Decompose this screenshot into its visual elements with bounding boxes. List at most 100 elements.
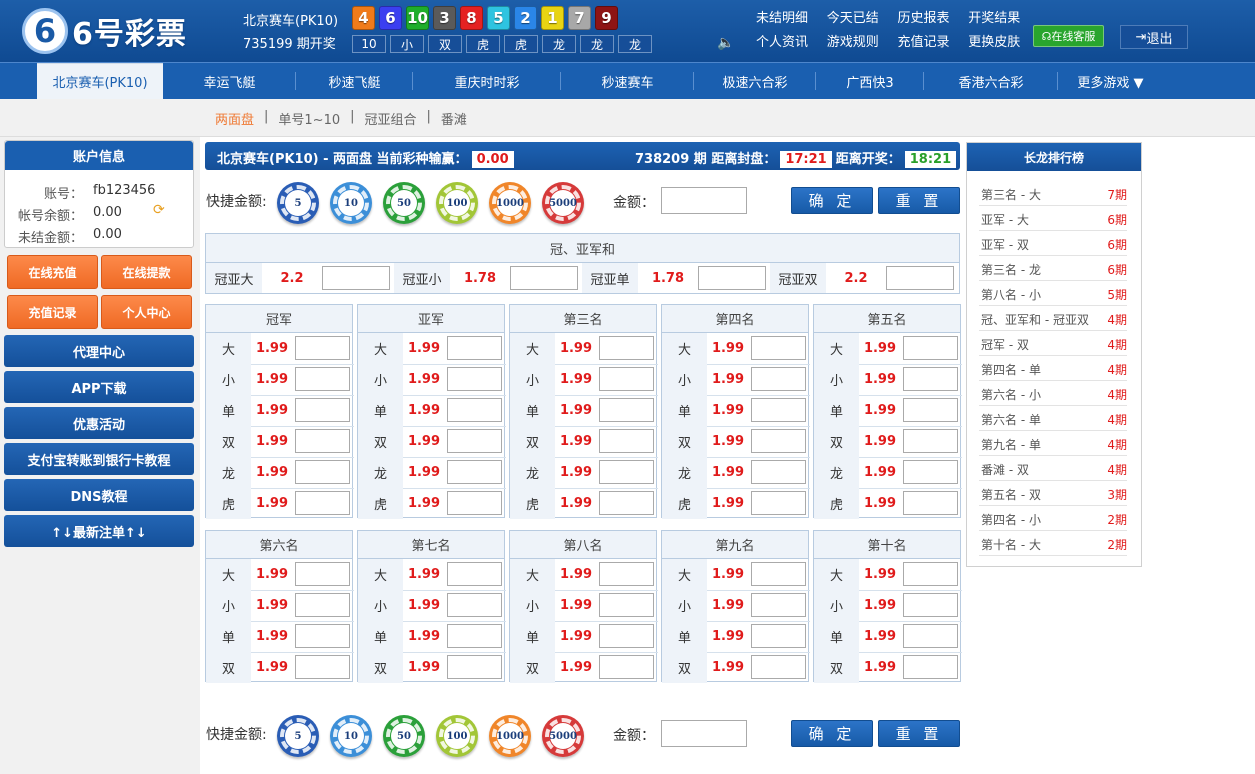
bet-amount-input[interactable] [599, 429, 654, 453]
top-link[interactable]: 更换皮肤 [968, 31, 1026, 50]
agent-center-button[interactable]: 代理中心 [4, 335, 194, 367]
bet-amount-input[interactable] [751, 491, 806, 515]
top-link[interactable]: 开奖结果 [968, 7, 1026, 26]
bet-amount-input[interactable] [447, 624, 502, 648]
nav-item[interactable]: 北京赛车(PK10) [37, 63, 163, 99]
promotions-button[interactable]: 优惠活动 [4, 407, 194, 439]
bet-amount-input[interactable] [295, 562, 350, 586]
speaker-icon[interactable]: 🔈 [717, 35, 734, 51]
bet-amount-input[interactable] [447, 562, 502, 586]
top-link[interactable]: 历史报表 [898, 7, 956, 26]
reset-button[interactable]: 重 置 [878, 720, 960, 747]
online-service-button[interactable]: ☊ 在线客服 [1033, 25, 1104, 47]
withdraw-button[interactable]: 在线提款 [101, 255, 192, 289]
subnav-item[interactable]: 冠亚组合 [365, 109, 417, 128]
logo[interactable]: 6 6号彩票 [22, 6, 187, 56]
alipay-tutorial-button[interactable]: 支付宝转账到银行卡教程 [4, 443, 194, 475]
bet-amount-input[interactable] [903, 367, 958, 391]
bet-amount-input[interactable] [751, 460, 806, 484]
bet-amount-input[interactable] [751, 562, 806, 586]
bet-amount-input[interactable] [903, 429, 958, 453]
bet-amount-input[interactable] [751, 593, 806, 617]
logout-button[interactable]: ⇥ 退出 [1120, 25, 1188, 49]
bet-amount-input[interactable] [599, 398, 654, 422]
bet-amount-input[interactable] [447, 655, 502, 679]
chip-5[interactable]: 5 [277, 182, 319, 224]
bet-amount-input[interactable] [903, 624, 958, 648]
bet-amount-input[interactable] [599, 367, 654, 391]
app-download-button[interactable]: APP下载 [4, 371, 194, 403]
confirm-button[interactable]: 确 定 [791, 720, 873, 747]
top-link[interactable]: 游戏规则 [827, 31, 885, 50]
nav-item[interactable]: 重庆时时彩 [413, 63, 561, 99]
bet-amount-input[interactable] [903, 491, 958, 515]
nav-item[interactable]: 秒速赛车 [561, 63, 694, 99]
bet-amount-input[interactable] [447, 367, 502, 391]
chip-50[interactable]: 50 [383, 715, 425, 757]
chip-5000[interactable]: 5000 [542, 715, 584, 757]
bet-amount-input[interactable] [751, 398, 806, 422]
gyh-bet-input[interactable] [886, 266, 954, 290]
deposit-history-button[interactable]: 充值记录 [7, 295, 98, 329]
bet-amount-input[interactable] [751, 655, 806, 679]
bet-amount-input[interactable] [295, 336, 350, 360]
bet-amount-input[interactable] [751, 367, 806, 391]
chip-50[interactable]: 50 [383, 182, 425, 224]
bet-amount-input[interactable] [447, 336, 502, 360]
amount-input[interactable] [661, 187, 747, 214]
nav-item[interactable]: 香港六合彩 [924, 63, 1058, 99]
nav-item[interactable]: 秒速飞艇 [296, 63, 413, 99]
subnav-item[interactable]: 单号1~10 [278, 109, 340, 128]
dns-tutorial-button[interactable]: DNS教程 [4, 479, 194, 511]
bet-amount-input[interactable] [599, 655, 654, 679]
nav-item[interactable]: 极速六合彩 [694, 63, 816, 99]
bet-amount-input[interactable] [295, 398, 350, 422]
nav-item[interactable]: 更多游戏 ▼ [1058, 63, 1163, 99]
bet-amount-input[interactable] [903, 562, 958, 586]
bet-amount-input[interactable] [751, 429, 806, 453]
gyh-bet-input[interactable] [322, 266, 390, 290]
chip-10[interactable]: 10 [330, 715, 372, 757]
chip-100[interactable]: 100 [436, 182, 478, 224]
confirm-button[interactable]: 确 定 [791, 187, 873, 214]
subnav-item[interactable]: 两面盘 [215, 109, 254, 128]
chip-5[interactable]: 5 [277, 715, 319, 757]
bet-amount-input[interactable] [447, 398, 502, 422]
nav-item[interactable]: 广西快3 [816, 63, 924, 99]
refresh-icon[interactable]: ⟳ [153, 202, 165, 218]
subnav-item[interactable]: 番滩 [441, 109, 467, 128]
bet-amount-input[interactable] [599, 491, 654, 515]
bet-amount-input[interactable] [599, 336, 654, 360]
nav-item[interactable]: 幸运飞艇 [163, 63, 296, 99]
bet-amount-input[interactable] [903, 398, 958, 422]
bet-amount-input[interactable] [447, 460, 502, 484]
top-link[interactable]: 未结明细 [756, 7, 814, 26]
bet-amount-input[interactable] [599, 460, 654, 484]
gyh-bet-input[interactable] [510, 266, 578, 290]
chip-100[interactable]: 100 [436, 715, 478, 757]
chip-5000[interactable]: 5000 [542, 182, 584, 224]
bet-amount-input[interactable] [295, 429, 350, 453]
bet-amount-input[interactable] [599, 624, 654, 648]
bet-amount-input[interactable] [447, 593, 502, 617]
amount-input[interactable] [661, 720, 747, 747]
top-link[interactable]: 个人资讯 [756, 31, 814, 50]
bet-amount-input[interactable] [295, 460, 350, 484]
deposit-button[interactable]: 在线充值 [7, 255, 98, 289]
bet-amount-input[interactable] [447, 491, 502, 515]
top-link[interactable]: 充值记录 [898, 31, 956, 50]
top-link[interactable]: 今天已结 [827, 7, 885, 26]
bet-amount-input[interactable] [903, 460, 958, 484]
chip-1000[interactable]: 1000 [489, 182, 531, 224]
bet-amount-input[interactable] [599, 562, 654, 586]
bet-amount-input[interactable] [903, 655, 958, 679]
user-center-button[interactable]: 个人中心 [101, 295, 192, 329]
chip-1000[interactable]: 1000 [489, 715, 531, 757]
bet-amount-input[interactable] [295, 593, 350, 617]
bet-amount-input[interactable] [751, 624, 806, 648]
chip-10[interactable]: 10 [330, 182, 372, 224]
bet-amount-input[interactable] [903, 336, 958, 360]
latest-bets-button[interactable]: ↑↓最新注单↑↓ [4, 515, 194, 547]
bet-amount-input[interactable] [751, 336, 806, 360]
bet-amount-input[interactable] [295, 624, 350, 648]
